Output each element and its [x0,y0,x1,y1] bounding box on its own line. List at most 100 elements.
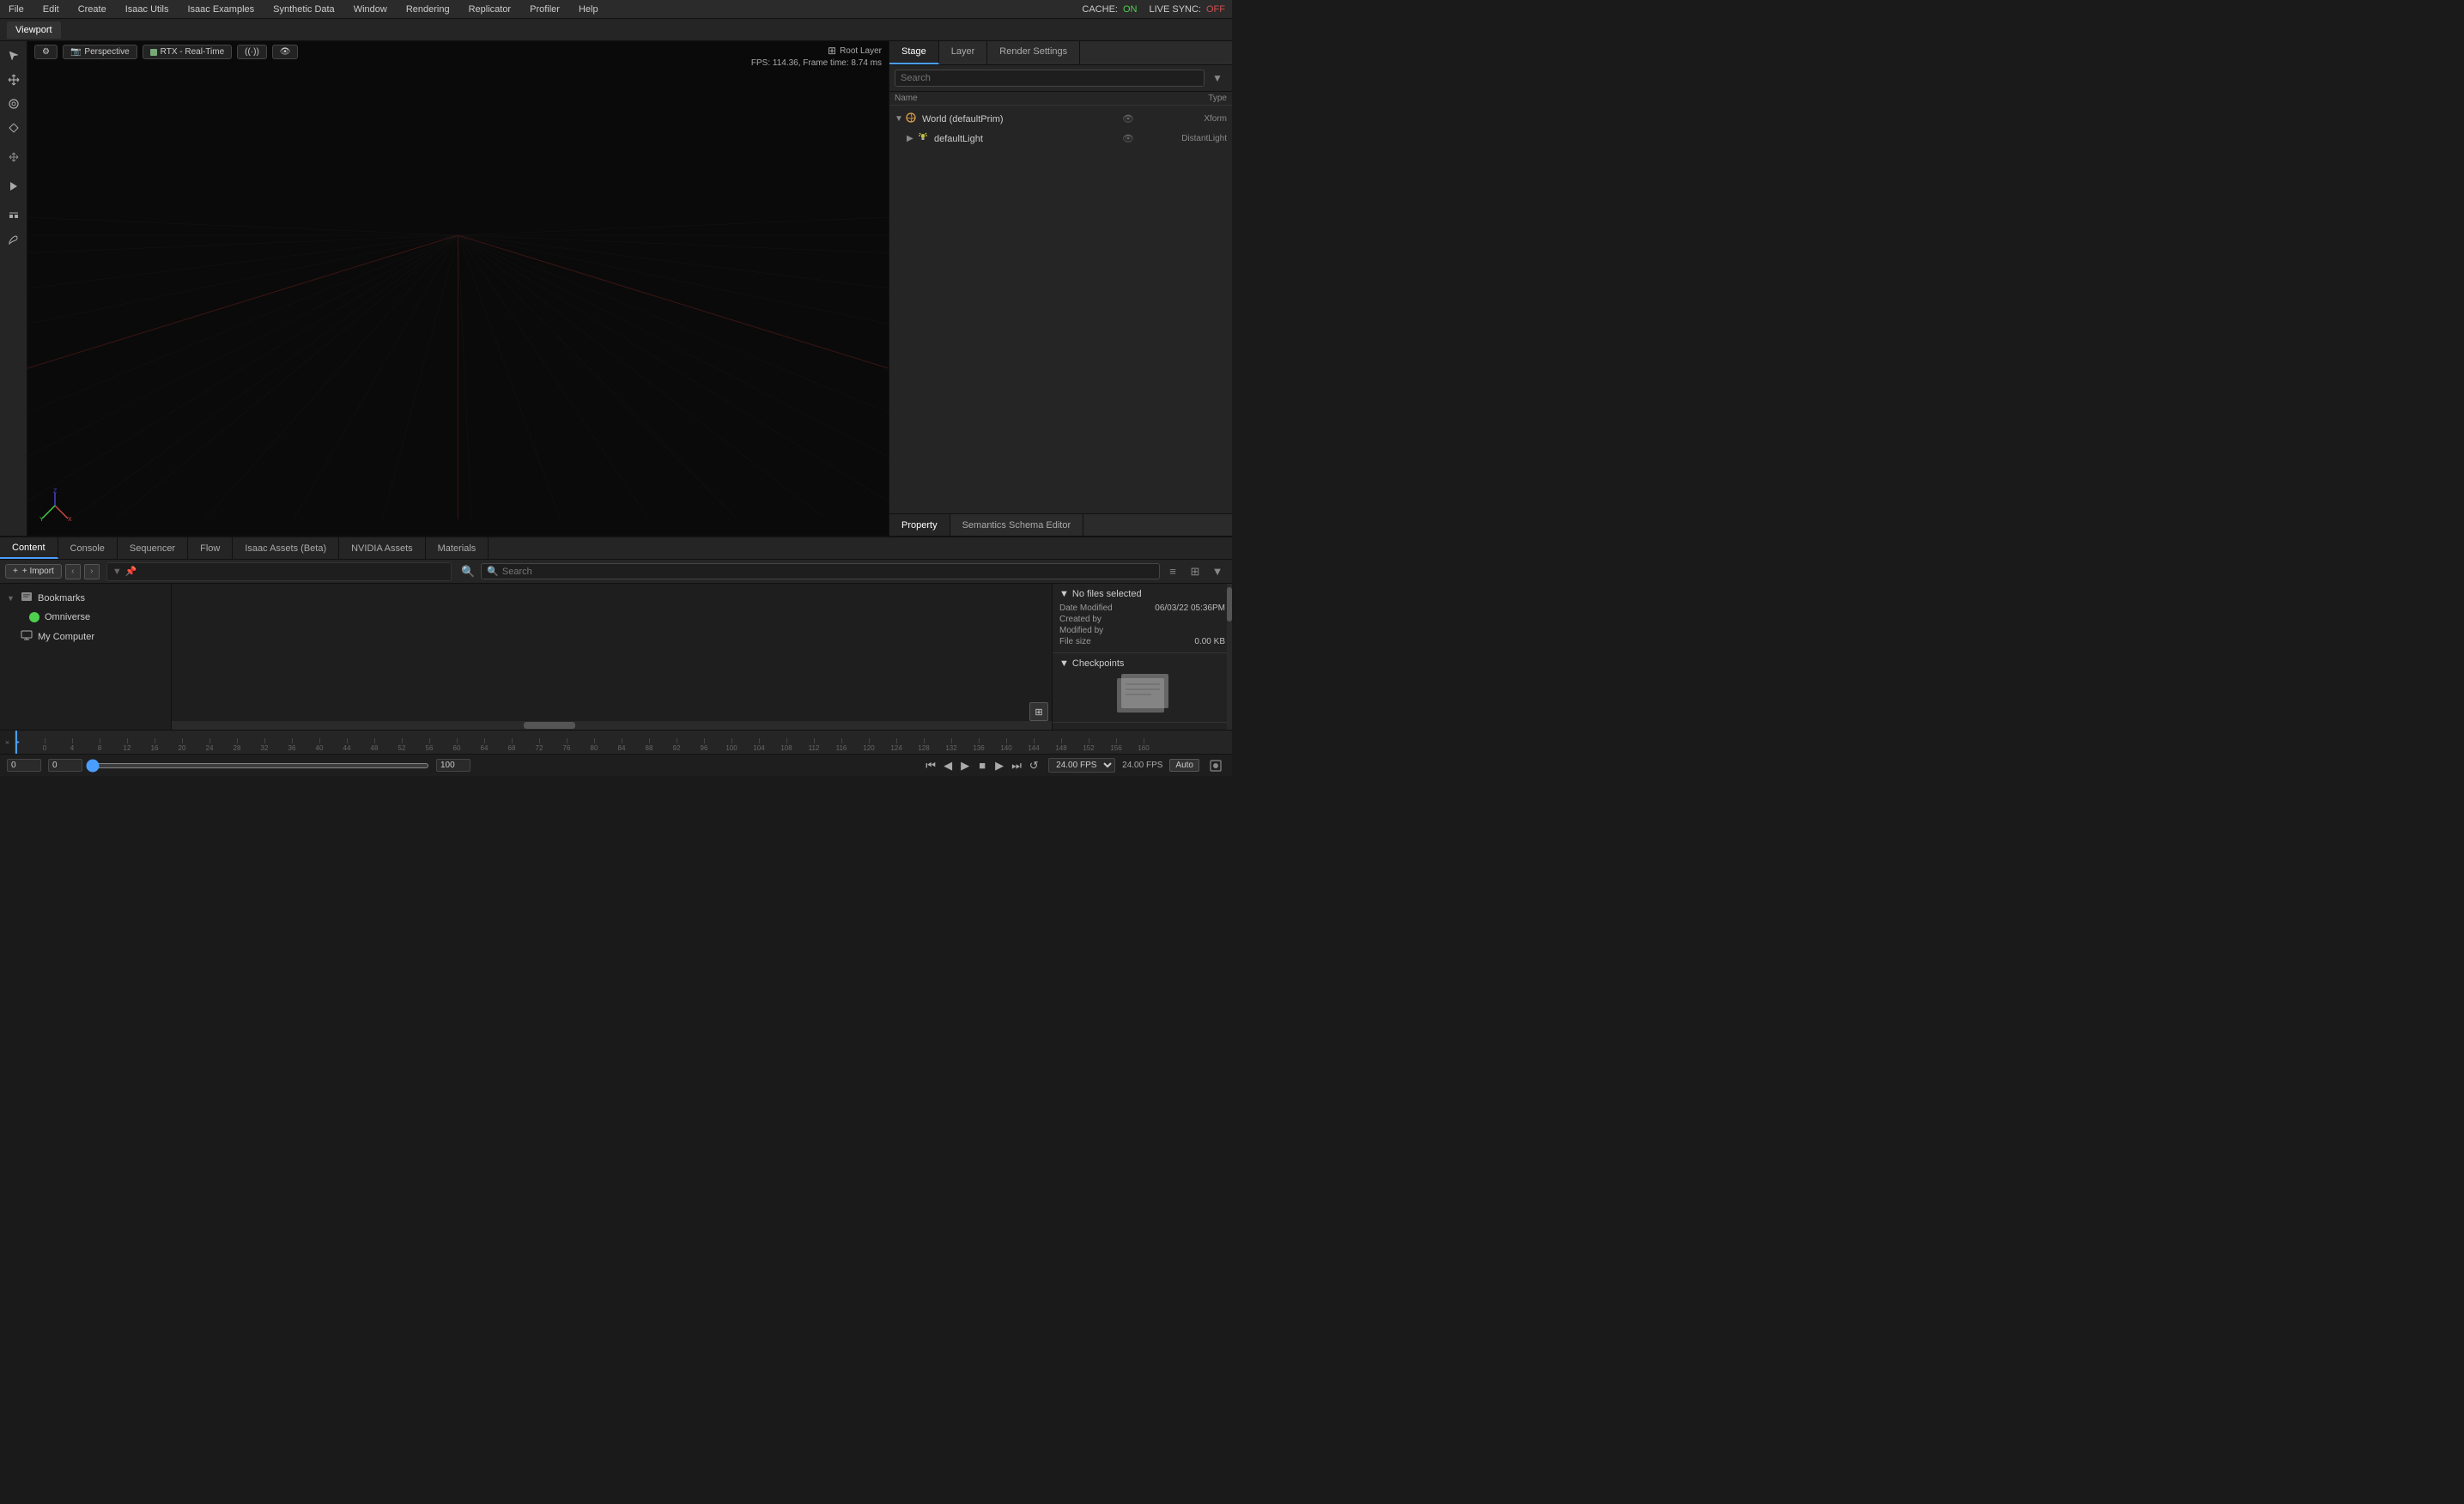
menu-edit[interactable]: Edit [39,3,63,16]
nav-forward-btn[interactable]: › [84,564,100,579]
timeline-mark-92: 92 [663,738,690,752]
content-toolbar: + + Import ‹ › ▼ 📌 🔍 🔍 ≡ ⊞ ▼ [0,560,1232,584]
bottom-tabs: Content Console Sequencer Flow Isaac Ass… [0,537,1232,560]
tab-semantics-schema[interactable]: Semantics Schema Editor [950,514,1084,536]
viewport-audio-btn[interactable]: ((·)) [237,45,267,59]
modified-by-label: Modified by [1059,626,1103,635]
viewport-rtx-btn[interactable]: RTX - Real-Time [143,45,232,59]
content-search-input[interactable] [502,567,1154,577]
tree-name-world: World (defaultPrim) [922,114,1122,124]
auto-keyframe-btn[interactable]: Auto [1169,759,1199,772]
play-pause-btn[interactable]: ▶ [957,758,973,773]
timeline-mark-4: 4 [58,738,86,752]
omniverse-dot-icon [29,612,39,622]
universal-tool-btn[interactable] [3,146,25,168]
nav-back-btn[interactable]: ‹ [65,564,81,579]
timeline-mark-80: 80 [580,738,608,752]
tab-flow[interactable]: Flow [188,537,233,559]
tab-render-settings[interactable]: Render Settings [987,41,1080,64]
step-forward-btn[interactable]: ▶ [992,758,1007,773]
tab-property[interactable]: Property [889,514,950,536]
sidebar-item-bookmarks[interactable]: ▼ Bookmarks [0,587,171,609]
scale-tool-btn[interactable] [3,117,25,139]
select-tool-btn[interactable] [3,45,25,67]
menu-isaac-examples[interactable]: Isaac Examples [184,3,258,16]
timeline-mark-8: 8 [86,738,113,752]
play-btn[interactable] [3,175,25,197]
timeline-mark-140: 140 [992,738,1020,752]
menu-rendering[interactable]: Rendering [403,3,453,16]
date-modified-label: Date Modified [1059,603,1113,613]
menu-window[interactable]: Window [350,3,391,16]
prop-tabs: Property Semantics Schema Editor [889,513,1232,536]
checkpoints-header[interactable]: ▼ Checkpoints [1059,658,1225,669]
skip-to-end-btn[interactable]: ⏭ [1009,758,1024,773]
viewport-camera-btn[interactable]: 📷 Perspective [63,45,137,59]
menu-help[interactable]: Help [575,3,602,16]
sidebar-item-omniverse[interactable]: Omniverse [0,609,171,626]
stage-filter-btn[interactable]: ▼ [1208,69,1227,88]
tree-row-world[interactable]: ▼ World (defaultPrim) 👁 Xform [889,109,1232,129]
computer-icon [21,629,33,644]
search-toggle-btn[interactable]: 🔍 [458,562,477,581]
fps-selector[interactable]: 24.00 FPS [1048,758,1115,773]
timeline-numbers[interactable]: 0481216202428323640444852566064687276808… [15,731,1232,754]
move-tool-btn[interactable] [3,69,25,91]
search-icon: 🔍 [487,566,499,577]
sidebar-item-mycomputer[interactable]: My Computer [0,626,171,647]
stop-btn[interactable]: ■ [974,758,990,773]
tab-materials[interactable]: Materials [426,537,489,559]
playback-controls: ⏮ ◀ ▶ ■ ▶ ⏭ ↺ [923,758,1041,773]
content-main-area[interactable]: ⊞ [172,584,1052,730]
tab-nvidia-assets[interactable]: NVIDIA Assets [339,537,426,559]
timeline-left-handle[interactable]: × [0,731,15,754]
viewport[interactable]: ⚙ 📷 Perspective RTX - Real-Time ((·)) 👁 [27,41,889,536]
menu-replicator[interactable]: Replicator [465,3,515,16]
render-btn[interactable] [1206,756,1225,775]
stage-search-input[interactable] [895,70,1205,87]
grid-view-btn[interactable]: ⊞ [1186,562,1205,581]
view-toggle-btn[interactable]: ⊞ [1029,702,1048,721]
tab-content[interactable]: Content [0,537,58,559]
menu-profiler[interactable]: Profiler [526,3,563,16]
tree-eye-light[interactable]: 👁 [1122,133,1136,144]
snap-btn[interactable] [3,204,25,227]
menu-isaac-utils[interactable]: Isaac Utils [122,3,173,16]
viewport-settings-btn[interactable]: ⚙ [34,45,58,59]
tab-console[interactable]: Console [58,537,118,559]
viewport-eye-btn[interactable]: 👁 [272,45,299,59]
tree-row-defaultlight[interactable]: ▶ defaultLight 👁 DistantLight [889,129,1232,149]
timeline-mark-56: 56 [416,738,443,752]
menu-create[interactable]: Create [75,3,110,16]
status-start-field [7,759,41,772]
end-frame-input[interactable] [436,759,470,772]
tab-stage[interactable]: Stage [889,41,939,64]
current-frame-input[interactable] [48,759,82,772]
timeline-playhead [15,731,17,754]
content-sidebar: ▼ Bookmarks Omniverse [0,584,172,730]
rotate-tool-btn[interactable] [3,93,25,115]
tree-eye-world[interactable]: 👁 [1122,113,1136,124]
timeline-scrubber[interactable] [86,763,429,768]
menu-file[interactable]: File [5,3,27,16]
menu-synthetic-data[interactable]: Synthetic Data [270,3,338,16]
timeline-mark-20: 20 [168,738,196,752]
timeline-mark-148: 148 [1047,738,1075,752]
timeline-mark-28: 28 [223,738,251,752]
import-btn[interactable]: + + Import [5,564,62,579]
tab-sequencer[interactable]: Sequencer [118,537,188,559]
bookmarks-folder-icon [21,591,33,605]
paint-btn[interactable] [3,228,25,251]
no-files-header[interactable]: ▼ No files selected [1059,589,1225,599]
tab-layer[interactable]: Layer [939,41,988,64]
file-info-scrollbar[interactable] [1227,584,1232,730]
loop-btn[interactable]: ↺ [1026,758,1041,773]
file-size-label: File size [1059,637,1091,646]
skip-to-start-btn[interactable]: ⏮ [923,758,938,773]
step-back-btn[interactable]: ◀ [940,758,956,773]
start-frame-input[interactable] [7,759,41,772]
tab-viewport[interactable]: Viewport [7,21,61,39]
list-view-btn[interactable]: ≡ [1163,562,1182,581]
tab-isaac-assets[interactable]: Isaac Assets (Beta) [233,537,339,559]
content-filter-btn[interactable]: ▼ [1208,562,1227,581]
